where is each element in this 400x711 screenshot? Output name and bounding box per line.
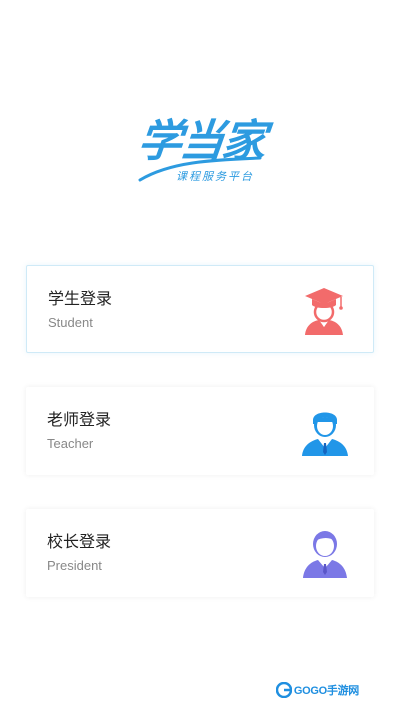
student-login-subtitle: Student [48,315,93,330]
student-login-card[interactable]: 学生登录 Student [26,265,374,353]
president-login-card[interactable]: 校长登录 President [26,509,374,597]
gogo-logo-icon [275,682,292,698]
teacher-login-title: 老师登录 [47,410,112,429]
teacher-suit-icon [302,412,348,456]
president-login-subtitle: President [47,558,102,573]
app-logo: 学当家 课程服务平台 [126,114,276,194]
teacher-login-card[interactable]: 老师登录 Teacher [26,387,374,475]
logo-subtitle: 课程服务平台 [176,170,254,183]
student-graduate-icon [305,288,343,335]
student-login-title: 学生登录 [48,289,113,308]
president-suit-icon [303,531,347,578]
teacher-login-subtitle: Teacher [47,436,94,451]
watermark-text: GOGO手游网 [293,685,359,697]
president-login-title: 校长登录 [47,532,112,551]
watermark: GOGO手游网 [275,682,359,698]
logo-title: 学当家 [135,116,267,167]
